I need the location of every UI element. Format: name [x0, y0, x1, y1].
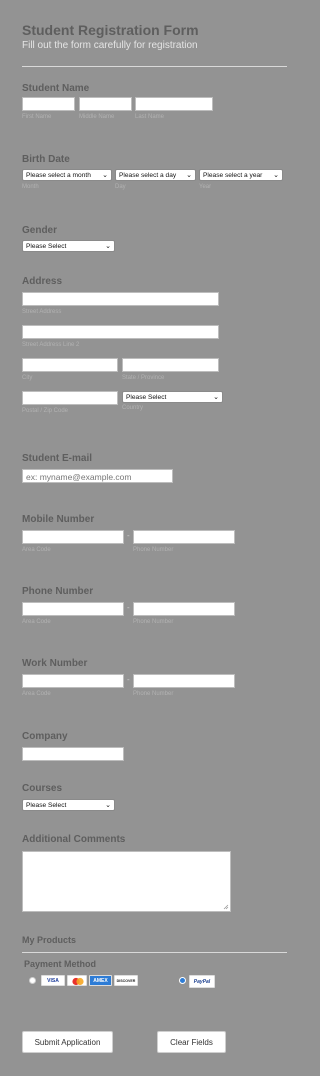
- phone-area-code-input[interactable]: [22, 602, 124, 616]
- middle-name-sublabel: Middle Name: [79, 114, 115, 120]
- visa-card-icon: VISA: [41, 975, 65, 986]
- first-name-sublabel: First Name: [22, 114, 52, 120]
- work-dash: -: [127, 675, 130, 684]
- postal-code-sublabel: Postal / Zip Code: [22, 408, 69, 414]
- street-address-sublabel: Street Address: [22, 309, 62, 315]
- work-phone-input[interactable]: [133, 674, 235, 688]
- address-label: Address: [22, 276, 63, 287]
- phone-area-code-sublabel: Area Code: [22, 619, 51, 625]
- card-payment-radio[interactable]: [29, 977, 36, 984]
- company-label: Company: [22, 731, 68, 742]
- middle-name-input[interactable]: [79, 97, 132, 111]
- chevron-down-icon: ⌄: [105, 243, 111, 250]
- country-select[interactable]: Please Select ⌄: [122, 391, 223, 403]
- work-area-code-sublabel: Area Code: [22, 691, 51, 697]
- payment-method-label: Payment Method: [24, 959, 97, 969]
- resize-handle-icon[interactable]: [223, 904, 229, 910]
- birth-year-value: Please select a year: [203, 172, 263, 179]
- chevron-down-icon: ⌄: [213, 394, 219, 401]
- phone-number-input[interactable]: [133, 602, 235, 616]
- email-label: Student E-mail: [22, 453, 93, 464]
- mobile-phone-sublabel: Phone Number: [133, 547, 174, 553]
- mobile-area-code-sublabel: Area Code: [22, 547, 51, 553]
- my-products-label: My Products: [22, 935, 77, 945]
- company-input[interactable]: [22, 747, 124, 761]
- last-name-input[interactable]: [135, 97, 213, 111]
- amex-card-icon: AMEX: [89, 975, 112, 986]
- birth-year-select[interactable]: Please select a year ⌄: [199, 169, 283, 181]
- form-title: Student Registration Form: [22, 22, 199, 38]
- email-placeholder: ex: myname@example.com: [26, 472, 132, 482]
- country-value: Please Select: [126, 394, 167, 401]
- paypal-icon: PayPal: [189, 975, 215, 988]
- chevron-down-icon: ⌄: [186, 172, 192, 179]
- last-name-sublabel: Last Name: [135, 114, 165, 120]
- chevron-down-icon: ⌄: [273, 172, 279, 179]
- phone-number-sublabel: Phone Number: [133, 619, 174, 625]
- phone-number-label: Phone Number: [22, 586, 94, 597]
- street-address-2-sublabel: Street Address Line 2: [22, 342, 80, 348]
- street-address-2-input[interactable]: [22, 325, 219, 339]
- day-sublabel: Day: [115, 184, 126, 190]
- city-input[interactable]: [22, 358, 118, 372]
- submit-button[interactable]: Submit Application: [22, 1031, 113, 1053]
- gender-select[interactable]: Please Select ⌄: [22, 240, 115, 252]
- year-sublabel: Year: [199, 184, 212, 190]
- mobile-area-code-input[interactable]: [22, 530, 124, 544]
- comments-label: Additional Comments: [22, 834, 126, 845]
- month-sublabel: Month: [22, 184, 39, 190]
- mastercard-icon: [67, 975, 87, 986]
- chevron-down-icon: ⌄: [105, 802, 111, 809]
- work-area-code-input[interactable]: [22, 674, 124, 688]
- birth-month-select[interactable]: Please select a month ⌄: [22, 169, 112, 181]
- mobile-phone-input[interactable]: [133, 530, 235, 544]
- courses-value: Please Select: [26, 802, 67, 809]
- mobile-dash: -: [127, 531, 130, 540]
- birth-date-label: Birth Date: [22, 154, 70, 165]
- chevron-down-icon: ⌄: [102, 172, 108, 179]
- comments-textarea[interactable]: [22, 851, 231, 912]
- paypal-payment-radio[interactable]: [179, 977, 186, 984]
- courses-select[interactable]: Please Select ⌄: [22, 799, 115, 811]
- country-sublabel: Country: [122, 405, 144, 411]
- gender-value: Please Select: [26, 243, 67, 250]
- courses-label: Courses: [22, 783, 63, 794]
- gender-label: Gender: [22, 225, 58, 236]
- birth-month-value: Please select a month: [26, 172, 91, 179]
- header-divider: [22, 66, 287, 67]
- birth-day-value: Please select a day: [119, 172, 177, 179]
- first-name-input[interactable]: [22, 97, 75, 111]
- discover-card-icon: DISCOVER: [114, 975, 138, 986]
- mobile-number-label: Mobile Number: [22, 514, 95, 525]
- state-input[interactable]: [122, 358, 219, 372]
- email-field[interactable]: ex: myname@example.com: [22, 469, 173, 483]
- state-sublabel: State / Province: [122, 375, 165, 381]
- city-sublabel: City: [22, 375, 33, 381]
- work-number-label: Work Number: [22, 658, 88, 669]
- birth-day-select[interactable]: Please select a day ⌄: [115, 169, 196, 181]
- clear-fields-button[interactable]: Clear Fields: [157, 1031, 226, 1053]
- products-divider: [22, 952, 287, 953]
- phone-dash: -: [127, 603, 130, 612]
- work-phone-sublabel: Phone Number: [133, 691, 174, 697]
- street-address-input[interactable]: [22, 292, 219, 306]
- form-subtitle: Fill out the form carefully for registra…: [22, 40, 198, 51]
- postal-code-input[interactable]: [22, 391, 118, 405]
- student-name-label: Student Name: [22, 83, 90, 94]
